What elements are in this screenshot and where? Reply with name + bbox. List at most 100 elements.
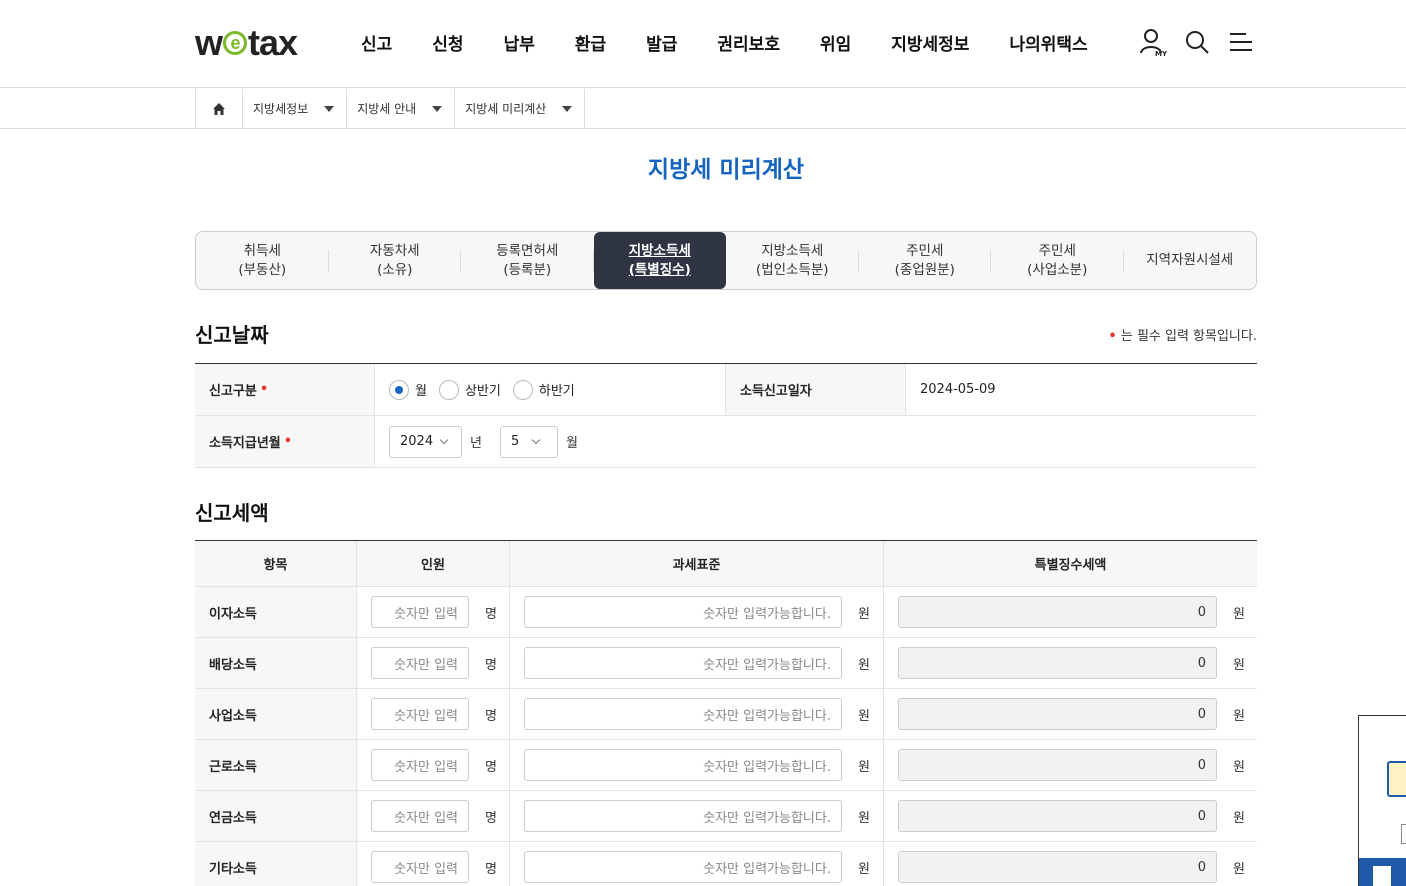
tax-base-input[interactable]: 숫자만 입력가능합니다. [524, 596, 842, 628]
count-input[interactable]: 숫자만 입력 [371, 749, 469, 781]
row-item-label: 근로소득 [195, 740, 357, 790]
tab-registration-tax[interactable]: 등록면허세 (등록분) [461, 232, 594, 289]
nav-apply[interactable]: 신청 [432, 30, 463, 55]
won-unit: 원 [1233, 708, 1245, 724]
col-header-count: 인원 [357, 541, 510, 586]
radio-monthly[interactable]: 월 [389, 379, 427, 400]
tab-vehicle-tax[interactable]: 자동차세 (소유) [329, 232, 462, 289]
section-title-tax-amount: 신고세액 [195, 501, 269, 525]
won-unit: 원 [1233, 657, 1245, 673]
count-input[interactable]: 숫자만 입력 [371, 851, 469, 883]
col-header-item: 항목 [195, 541, 357, 586]
chevron-down-icon [532, 435, 541, 444]
withholding-tax-cell: 0원 [884, 638, 1257, 688]
month-select[interactable]: 5 [499, 425, 558, 458]
main-nav: 신고 신청 납부 환급 발급 권리보호 위임 지방세정보 나의위택스 [361, 30, 1128, 55]
breadcrumb: 지방세정보 지방세 안내 지방세 미리계산 [195, 89, 586, 128]
tab-local-income-tax-corporate[interactable]: 지방소득세 (법인소득분) [726, 232, 859, 289]
tab-resident-tax-employee[interactable]: 주민세 (종업원분) [859, 232, 992, 289]
breadcrumb-item-pre-calc[interactable]: 지방세 미리계산 [455, 89, 586, 128]
table-row: 기타소득 숫자만 입력 명 숫자만 입력가능합니다. 원 0 원 [195, 842, 1257, 886]
radio-first-half[interactable]: 상반기 [438, 379, 501, 400]
won-unit: 원 [858, 810, 870, 826]
radio-circle [512, 379, 533, 400]
tax-base-cell: 숫자만 입력가능합니다. 원 [510, 740, 884, 790]
withholding-tax-output: 0 [898, 749, 1217, 781]
nav-delegate[interactable]: 위임 [820, 30, 851, 55]
report-type-label: 신고구분 • [195, 364, 375, 415]
row-item-label: 배당소득 [195, 638, 357, 688]
withholding-tax-output: 0 [898, 647, 1217, 679]
widget-button[interactable] [1359, 858, 1406, 886]
report-type-options: 월 상반기 하반기 [375, 364, 726, 415]
withholding-tax-cell: 0원 [884, 689, 1257, 739]
withholding-tax-output: 0 [898, 851, 1217, 883]
col-header-withholding-tax: 특별징수세액 [1034, 558, 1107, 573]
table-row: 연금소득 숫자만 입력 명 숫자만 입력가능합니다. 원 0 원 [195, 791, 1257, 842]
withholding-tax-cell: 0원 [884, 791, 1257, 841]
tax-base-input[interactable]: 숫자만 입력가능합니다. [524, 851, 842, 883]
floating-help-widget[interactable] [1358, 715, 1406, 886]
count-cell: 숫자만 입력 명 [357, 740, 510, 790]
table-row: 배당소득 숫자만 입력 명 숫자만 입력가능합니다. 원 0 원 [195, 638, 1257, 689]
form-row: 신고구분 • 월 상반기 하반기 소득신고일자 2024-05-09 [195, 364, 1257, 416]
count-input[interactable]: 숫자만 입력 [371, 698, 469, 730]
my-user-icon[interactable]: MY [1138, 27, 1168, 57]
payment-month-label: 소득지급년월 • [195, 416, 375, 467]
nav-local-tax-info[interactable]: 지방세정보 [891, 30, 969, 55]
payment-month-fields: 2024 년 5 월 [375, 416, 596, 467]
tax-base-input[interactable]: 숫자만 입력가능합니다. [524, 749, 842, 781]
search-icon[interactable] [1182, 27, 1212, 57]
count-cell: 숫자만 입력 명 [357, 791, 510, 841]
tax-base-cell: 숫자만 입력가능합니다. 원 [510, 638, 884, 688]
tax-base-cell: 숫자만 입력가능합니다. 원 [510, 587, 884, 637]
tab-local-income-tax-withholding[interactable]: 지방소득세 (특별징수) [593, 232, 726, 289]
tax-base-cell: 숫자만 입력가능합니다. 원 [510, 791, 884, 841]
won-unit: 원 [858, 606, 870, 622]
breadcrumb-item-local-tax-guide[interactable]: 지방세 안내 [347, 89, 456, 128]
wetax-logo[interactable]: w e tax [195, 22, 298, 64]
withholding-tax-cell: 0원 [884, 587, 1257, 637]
nav-issue[interactable]: 발급 [646, 30, 677, 55]
menu-icon[interactable] [1226, 27, 1256, 57]
count-input[interactable]: 숫자만 입력 [371, 647, 469, 679]
count-input[interactable]: 숫자만 입력 [371, 800, 469, 832]
form-row: 소득지급년월 • 2024 년 5 월 [195, 416, 1257, 468]
nav-report[interactable]: 신고 [361, 30, 392, 55]
tax-base-input[interactable]: 숫자만 입력가능합니다. [524, 647, 842, 679]
radio-second-half[interactable]: 하반기 [512, 379, 575, 400]
home-icon[interactable] [195, 89, 243, 128]
logo-e-mark: e [223, 31, 248, 55]
nav-refund[interactable]: 환급 [575, 30, 606, 55]
year-select[interactable]: 2024 [389, 425, 462, 458]
count-input[interactable]: 숫자만 입력 [371, 596, 469, 628]
table-row: 근로소득 숫자만 입력 명 숫자만 입력가능합니다. 원 0 원 [195, 740, 1257, 791]
report-date-form: 신고구분 • 월 상반기 하반기 소득신고일자 2024-05-09 소득지급년월… [195, 363, 1257, 468]
count-cell: 숫자만 입력 명 [357, 638, 510, 688]
won-unit: 원 [858, 861, 870, 877]
tab-resident-tax-business[interactable]: 주민세 (사업소분) [991, 232, 1124, 289]
nav-rights[interactable]: 권리보호 [717, 30, 780, 55]
count-cell: 숫자만 입력 명 [357, 689, 510, 739]
tab-acquisition-tax[interactable]: 취득세 (부동산) [196, 232, 329, 289]
withholding-tax-cell: 0원 [884, 842, 1257, 886]
row-item-label: 사업소득 [195, 689, 357, 739]
won-unit: 원 [1233, 810, 1245, 826]
withholding-tax-output: 0 [898, 800, 1217, 832]
breadcrumb-bar: 지방세정보 지방세 안내 지방세 미리계산 [0, 89, 1406, 129]
won-unit: 원 [1233, 606, 1245, 622]
checkbox[interactable] [1401, 824, 1406, 844]
breadcrumb-item-local-tax-info[interactable]: 지방세정보 [243, 89, 348, 128]
table-row: 사업소득 숫자만 입력 명 숫자만 입력가능합니다. 원 0 원 [195, 689, 1257, 740]
tax-base-input[interactable]: 숫자만 입력가능합니다. [524, 698, 842, 730]
nav-my-wetax[interactable]: 나의위택스 [1009, 30, 1087, 55]
chevron-down-icon [439, 435, 449, 444]
table-row: 이자소득 숫자만 입력 명 숫자만 입력가능합니다. 원 0 원 [195, 587, 1257, 638]
logo-text-w: w [195, 22, 223, 63]
tab-regional-resource-tax[interactable]: 지역자원시설세 [1124, 232, 1257, 289]
svg-text:MY: MY [1155, 50, 1167, 57]
month-unit: 월 [565, 436, 578, 451]
tax-base-input[interactable]: 숫자만 입력가능합니다. [524, 800, 842, 832]
nav-pay[interactable]: 납부 [504, 30, 535, 55]
won-unit: 원 [1233, 759, 1245, 775]
